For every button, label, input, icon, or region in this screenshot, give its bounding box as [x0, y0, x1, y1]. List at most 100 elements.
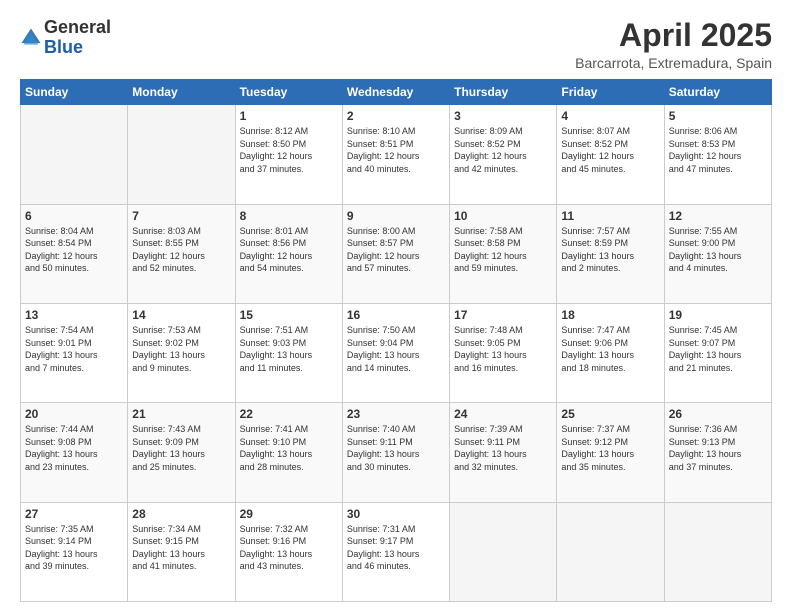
calendar-cell — [450, 502, 557, 601]
calendar-week-row: 13 Sunrise: 7:54 AM Sunset: 9:01 PM Dayli… — [21, 303, 772, 402]
calendar-cell — [21, 105, 128, 204]
day-number: 11 — [561, 209, 659, 223]
day-number: 22 — [240, 407, 338, 421]
calendar-cell: 28Sunrise: 7:34 AM Sunset: 9:15 PM Dayli… — [128, 502, 235, 601]
calendar-cell — [128, 105, 235, 204]
calendar-cell: 7 Sunrise: 8:03 AM Sunset: 8:55 PM Daylig… — [128, 204, 235, 303]
calendar-cell: 11Sunrise: 7:57 AM Sunset: 8:59 PM Dayli… — [557, 204, 664, 303]
day-info: Sunrise: 7:54 AM Sunset: 9:01 PM Dayligh… — [25, 324, 123, 374]
day-number: 16 — [347, 308, 445, 322]
calendar-week-row: 6 Sunrise: 8:04 AM Sunset: 8:54 PM Daylig… — [21, 204, 772, 303]
logo-blue-text: Blue — [44, 38, 111, 58]
day-number: 3 — [454, 109, 552, 123]
day-number: 20 — [25, 407, 123, 421]
calendar-cell: 8 Sunrise: 8:01 AM Sunset: 8:56 PM Daylig… — [235, 204, 342, 303]
day-info: Sunrise: 7:41 AM Sunset: 9:10 PM Dayligh… — [240, 423, 338, 473]
day-info: Sunrise: 7:36 AM Sunset: 9:13 PM Dayligh… — [669, 423, 767, 473]
day-info: Sunrise: 7:47 AM Sunset: 9:06 PM Dayligh… — [561, 324, 659, 374]
day-number: 8 — [240, 209, 338, 223]
day-info: Sunrise: 8:04 AM Sunset: 8:54 PM Dayligh… — [25, 225, 123, 275]
day-info: Sunrise: 8:00 AM Sunset: 8:57 PM Dayligh… — [347, 225, 445, 275]
calendar-cell: 3Sunrise: 8:09 AM Sunset: 8:52 PM Daylig… — [450, 105, 557, 204]
calendar-table: SundayMondayTuesdayWednesdayThursdayFrid… — [20, 79, 772, 602]
calendar-cell: 21 Sunrise: 7:43 AM Sunset: 9:09 PM Dayli… — [128, 403, 235, 502]
header-day-friday: Friday — [557, 80, 664, 105]
logo-general-text: General — [44, 18, 111, 38]
day-number: 21 — [132, 407, 230, 421]
day-number: 12 — [669, 209, 767, 223]
day-number: 1 — [240, 109, 338, 123]
calendar-cell: 15 Sunrise: 7:51 AM Sunset: 9:03 PM Dayli… — [235, 303, 342, 402]
header: General Blue April 2025 Barcarrota, Extr… — [20, 18, 772, 71]
calendar-cell: 4 Sunrise: 8:07 AM Sunset: 8:52 PM Daylig… — [557, 105, 664, 204]
day-info: Sunrise: 7:43 AM Sunset: 9:09 PM Dayligh… — [132, 423, 230, 473]
header-day-tuesday: Tuesday — [235, 80, 342, 105]
calendar-cell: 13 Sunrise: 7:54 AM Sunset: 9:01 PM Dayli… — [21, 303, 128, 402]
day-number: 13 — [25, 308, 123, 322]
calendar-cell: 26 Sunrise: 7:36 AM Sunset: 9:13 PM Dayli… — [664, 403, 771, 502]
day-info: Sunrise: 7:48 AM Sunset: 9:05 PM Dayligh… — [454, 324, 552, 374]
calendar-cell: 29 Sunrise: 7:32 AM Sunset: 9:16 PM Dayli… — [235, 502, 342, 601]
calendar-cell: 17 Sunrise: 7:48 AM Sunset: 9:05 PM Dayli… — [450, 303, 557, 402]
day-info: Sunrise: 8:03 AM Sunset: 8:55 PM Dayligh… — [132, 225, 230, 275]
calendar-title: April 2025 — [575, 18, 772, 53]
logo: General Blue — [20, 18, 111, 58]
day-info: Sunrise: 7:35 AM Sunset: 9:14 PM Dayligh… — [25, 523, 123, 573]
calendar-cell: 18 Sunrise: 7:47 AM Sunset: 9:06 PM Dayli… — [557, 303, 664, 402]
calendar-cell: 1 Sunrise: 8:12 AM Sunset: 8:50 PM Daylig… — [235, 105, 342, 204]
day-number: 17 — [454, 308, 552, 322]
day-info: Sunrise: 8:01 AM Sunset: 8:56 PM Dayligh… — [240, 225, 338, 275]
logo-icon — [20, 27, 42, 49]
day-number: 2 — [347, 109, 445, 123]
day-number: 6 — [25, 209, 123, 223]
day-info: Sunrise: 7:40 AM Sunset: 9:11 PM Dayligh… — [347, 423, 445, 473]
day-info: Sunrise: 7:58 AM Sunset: 8:58 PM Dayligh… — [454, 225, 552, 275]
header-day-sunday: Sunday — [21, 80, 128, 105]
day-info: Sunrise: 8:06 AM Sunset: 8:53 PM Dayligh… — [669, 125, 767, 175]
day-info: Sunrise: 7:44 AM Sunset: 9:08 PM Dayligh… — [25, 423, 123, 473]
day-number: 24 — [454, 407, 552, 421]
day-info: Sunrise: 7:32 AM Sunset: 9:16 PM Dayligh… — [240, 523, 338, 573]
logo-text: General Blue — [44, 18, 111, 58]
calendar-cell: 6 Sunrise: 8:04 AM Sunset: 8:54 PM Daylig… — [21, 204, 128, 303]
calendar-week-row: 20 Sunrise: 7:44 AM Sunset: 9:08 PM Dayli… — [21, 403, 772, 502]
day-number: 14 — [132, 308, 230, 322]
day-number: 30 — [347, 507, 445, 521]
day-info: Sunrise: 7:31 AM Sunset: 9:17 PM Dayligh… — [347, 523, 445, 573]
header-day-saturday: Saturday — [664, 80, 771, 105]
calendar-subtitle: Barcarrota, Extremadura, Spain — [575, 55, 772, 71]
day-info: Sunrise: 8:12 AM Sunset: 8:50 PM Dayligh… — [240, 125, 338, 175]
calendar-header-row: SundayMondayTuesdayWednesdayThursdayFrid… — [21, 80, 772, 105]
calendar-week-row: 1 Sunrise: 8:12 AM Sunset: 8:50 PM Daylig… — [21, 105, 772, 204]
calendar-cell — [557, 502, 664, 601]
day-info: Sunrise: 8:10 AM Sunset: 8:51 PM Dayligh… — [347, 125, 445, 175]
day-number: 25 — [561, 407, 659, 421]
calendar-cell: 2 Sunrise: 8:10 AM Sunset: 8:51 PM Daylig… — [342, 105, 449, 204]
page: General Blue April 2025 Barcarrota, Extr… — [0, 0, 792, 612]
calendar-cell: 14 Sunrise: 7:53 AM Sunset: 9:02 PM Dayli… — [128, 303, 235, 402]
calendar-cell: 20 Sunrise: 7:44 AM Sunset: 9:08 PM Dayli… — [21, 403, 128, 502]
calendar-cell: 10Sunrise: 7:58 AM Sunset: 8:58 PM Dayli… — [450, 204, 557, 303]
day-info: Sunrise: 7:37 AM Sunset: 9:12 PM Dayligh… — [561, 423, 659, 473]
day-number: 9 — [347, 209, 445, 223]
day-number: 19 — [669, 308, 767, 322]
header-day-monday: Monday — [128, 80, 235, 105]
calendar-cell: 16Sunrise: 7:50 AM Sunset: 9:04 PM Dayli… — [342, 303, 449, 402]
day-info: Sunrise: 7:45 AM Sunset: 9:07 PM Dayligh… — [669, 324, 767, 374]
day-number: 26 — [669, 407, 767, 421]
day-info: Sunrise: 8:07 AM Sunset: 8:52 PM Dayligh… — [561, 125, 659, 175]
day-number: 7 — [132, 209, 230, 223]
calendar-cell: 25 Sunrise: 7:37 AM Sunset: 9:12 PM Dayli… — [557, 403, 664, 502]
day-number: 29 — [240, 507, 338, 521]
calendar-cell: 30 Sunrise: 7:31 AM Sunset: 9:17 PM Dayli… — [342, 502, 449, 601]
calendar-cell: 22 Sunrise: 7:41 AM Sunset: 9:10 PM Dayli… — [235, 403, 342, 502]
day-number: 18 — [561, 308, 659, 322]
calendar-cell: 9 Sunrise: 8:00 AM Sunset: 8:57 PM Daylig… — [342, 204, 449, 303]
day-info: Sunrise: 7:34 AM Sunset: 9:15 PM Dayligh… — [132, 523, 230, 573]
day-info: Sunrise: 7:53 AM Sunset: 9:02 PM Dayligh… — [132, 324, 230, 374]
day-number: 4 — [561, 109, 659, 123]
day-number: 15 — [240, 308, 338, 322]
calendar-cell: 12Sunrise: 7:55 AM Sunset: 9:00 PM Dayli… — [664, 204, 771, 303]
day-info: Sunrise: 7:51 AM Sunset: 9:03 PM Dayligh… — [240, 324, 338, 374]
title-block: April 2025 Barcarrota, Extremadura, Spai… — [575, 18, 772, 71]
